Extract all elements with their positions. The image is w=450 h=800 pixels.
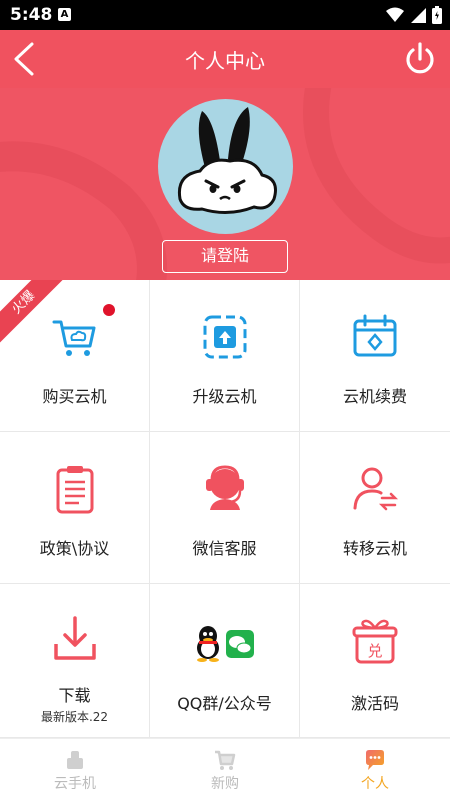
upgrade-icon [203, 315, 246, 359]
grid-item-label: 政策\协议 [39, 539, 110, 558]
grid-item-label: 激活码 [350, 694, 399, 713]
grid-item-download[interactable]: 下载 最新版本.22 [0, 584, 150, 738]
grid-item-label: 购买云机 [42, 387, 107, 406]
grid-item-label: QQ群/公众号 [177, 694, 272, 713]
power-icon [406, 42, 434, 74]
chat-icon [366, 750, 384, 770]
logout-button[interactable] [402, 40, 438, 78]
tab-label: 云手机 [54, 776, 96, 792]
grid-item-service[interactable]: 微信客服 [150, 432, 300, 584]
bottom-tab-bar: 云手机 新购 个人 [0, 738, 450, 800]
headset-icon [205, 465, 244, 510]
feature-grid: 购买云机 升级云机 云机续费 政策\协议 微信客服 转移云机 下载 最新版本.2… [0, 280, 450, 738]
grid-item-activation[interactable]: 兑 激活码 [300, 584, 450, 738]
avatar[interactable] [158, 99, 293, 234]
grid-item-label: 微信客服 [192, 539, 257, 558]
header-bar: 个人中心 [0, 30, 450, 88]
grid-item-buy[interactable]: 购买云机 [0, 280, 150, 432]
tab-personal[interactable]: 个人 [300, 739, 450, 800]
tab-label: 个人 [361, 776, 389, 792]
grid-item-upgrade[interactable]: 升级云机 [150, 280, 300, 432]
status-time: 5:48 [10, 5, 53, 25]
document-icon [56, 466, 93, 514]
wifi-icon [386, 7, 404, 22]
notification-icon: A [58, 8, 71, 21]
profile-banner: 请登陆 [0, 88, 450, 280]
transfer-user-icon [353, 467, 399, 511]
login-button[interactable]: 请登陆 [162, 240, 288, 273]
tab-cloud-phone[interactable]: 云手机 [0, 739, 150, 800]
phone-icon [67, 751, 83, 769]
signal-icon [411, 8, 426, 23]
gift-icon: 兑 [352, 619, 398, 664]
calendar-icon [353, 314, 397, 357]
grid-item-label: 云机续费 [342, 387, 407, 406]
grid-item-label: 转移云机 [342, 539, 407, 558]
status-icons [386, 6, 442, 24]
cart-icon [52, 320, 95, 356]
grid-item-label: 下载 [58, 686, 91, 705]
grid-item-policy[interactable]: 政策\协议 [0, 432, 150, 584]
page-title: 个人中心 [185, 49, 265, 73]
status-bar: 5:48 A [0, 0, 450, 30]
tab-label: 新购 [211, 776, 239, 792]
tab-new-purchase[interactable]: 新购 [150, 739, 300, 800]
qq-wechat-icon [197, 626, 254, 662]
exchange-glyph: 兑 [367, 642, 382, 660]
notification-dot [103, 304, 115, 316]
bunny-avatar-icon [177, 107, 277, 214]
grid-item-renew[interactable]: 云机续费 [300, 280, 450, 432]
grid-item-transfer[interactable]: 转移云机 [300, 432, 450, 584]
battery-icon [432, 6, 442, 24]
version-label: 最新版本.22 [40, 710, 109, 724]
download-icon [53, 616, 96, 660]
cart-icon [215, 750, 236, 770]
grid-item-qq-wechat[interactable]: QQ群/公众号 [150, 584, 300, 738]
grid-item-label: 升级云机 [192, 387, 257, 406]
